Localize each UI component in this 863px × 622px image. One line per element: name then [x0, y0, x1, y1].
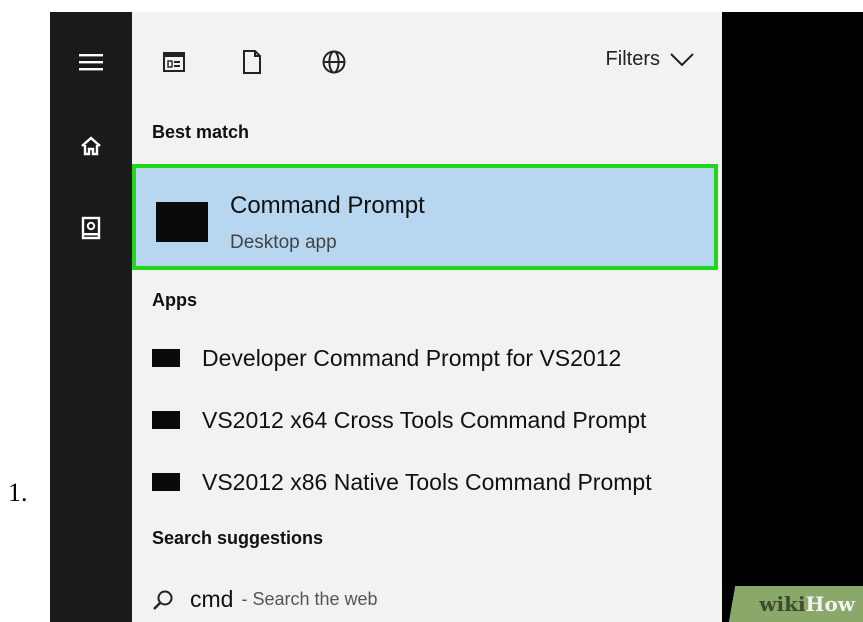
filters-label: Filters: [605, 48, 660, 70]
best-match-heading: Best match: [152, 122, 250, 142]
background-area: [722, 12, 863, 622]
app-result-item[interactable]: Developer Command Prompt for VS2012: [152, 338, 621, 378]
app-result-item[interactable]: VS2012 x64 Cross Tools Command Prompt: [152, 400, 646, 440]
app-result-label: Developer Command Prompt for VS2012: [202, 344, 622, 371]
chevron-down-icon: [670, 52, 694, 66]
apps-heading: Apps: [152, 290, 197, 310]
menu-button[interactable]: [50, 32, 132, 92]
best-match-result[interactable]: Command Prompt Desktop app: [132, 164, 718, 270]
web-filter-button[interactable]: [320, 48, 348, 76]
filters-dropdown[interactable]: Filters: [606, 48, 694, 71]
step-number: 1.: [8, 478, 28, 507]
command-prompt-icon: [152, 473, 180, 491]
best-match-subtitle: Desktop app: [230, 232, 337, 253]
document-icon: [243, 50, 261, 74]
watermark-how: How: [805, 592, 855, 616]
documents-filter-button[interactable]: [238, 48, 266, 76]
app-result-item[interactable]: VS2012 x86 Native Tools Command Prompt: [152, 462, 652, 502]
filter-toolbar: Filters: [132, 12, 722, 112]
apps-window-icon: [163, 52, 185, 72]
best-match-title: Command Prompt: [230, 192, 425, 219]
watermark-wiki: wiki: [759, 592, 806, 616]
suggestion-query: cmd: [190, 586, 234, 612]
command-prompt-icon: [152, 349, 180, 367]
search-icon: [153, 590, 173, 610]
suggestion-hint: - Search the web: [241, 589, 378, 609]
command-prompt-icon: [152, 411, 180, 429]
wikihow-watermark: wiki How: [723, 586, 863, 622]
apps-filter-button[interactable]: [160, 48, 188, 76]
hamburger-menu-icon: [79, 54, 103, 71]
app-result-label: VS2012 x64 Cross Tools Command Prompt: [202, 406, 647, 433]
command-prompt-icon: [156, 202, 208, 242]
home-button[interactable]: [50, 116, 132, 176]
home-icon: [81, 136, 101, 156]
photo-book-icon: [81, 216, 101, 240]
start-nav-rail: [50, 12, 132, 622]
app-result-label: VS2012 x86 Native Tools Command Prompt: [202, 468, 652, 495]
globe-icon: [322, 50, 346, 74]
documents-button[interactable]: [50, 198, 132, 258]
search-results-panel: Filters Best match Command Prompt Deskto…: [132, 12, 722, 622]
search-suggestions-heading: Search suggestions: [152, 528, 324, 548]
web-search-suggestion[interactable]: cmd - Search the web: [152, 586, 378, 613]
